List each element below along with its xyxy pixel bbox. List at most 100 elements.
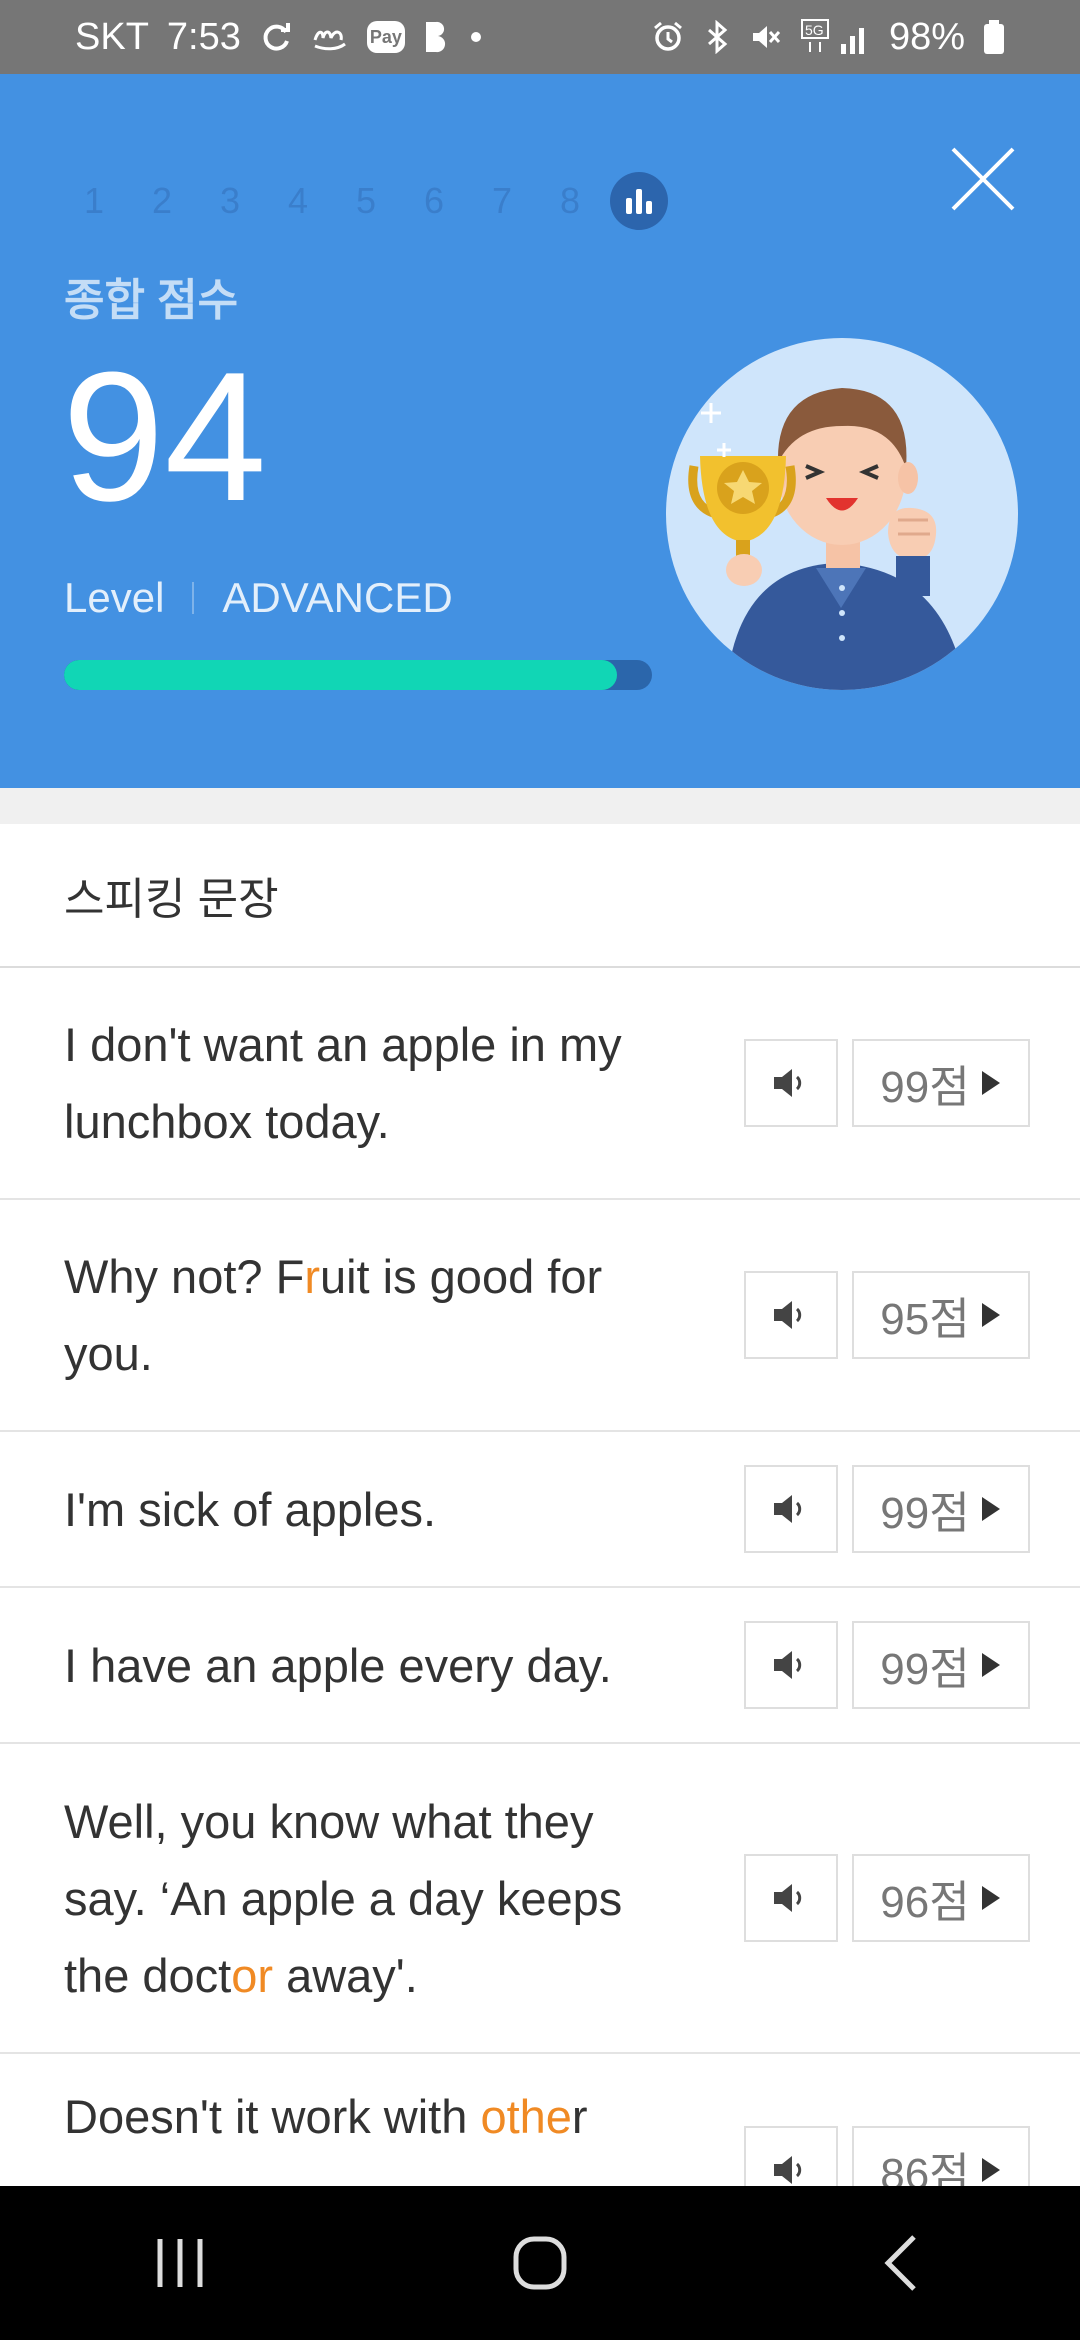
battery-icon	[983, 19, 1005, 55]
alarm-icon	[651, 20, 685, 54]
b-app-icon	[423, 20, 451, 54]
level-row: Level ADVANCED	[64, 574, 453, 622]
level-label: Level	[64, 574, 165, 621]
back-button[interactable]	[830, 2213, 970, 2313]
sentence-score-button[interactable]: 99점	[852, 1039, 1030, 1127]
bluetooth-icon	[703, 20, 731, 54]
speaking-sentences-title: 스피킹 문장	[0, 824, 1080, 968]
step-5[interactable]: 5	[332, 180, 400, 222]
5g-signal-icon: 5G	[800, 18, 871, 56]
step-8[interactable]: 8	[536, 180, 604, 222]
step-6[interactable]: 6	[400, 180, 468, 222]
play-audio-button[interactable]	[744, 1039, 838, 1127]
speaker-icon	[774, 1495, 802, 1523]
sentence-list: I don't want an apple in my lunchbox tod…	[0, 968, 1080, 2286]
section-divider	[0, 788, 1080, 824]
speaker-icon	[774, 1301, 802, 1329]
sync-icon	[259, 20, 293, 54]
sentence-highlight: r	[304, 1250, 320, 1303]
row-actions: 99점	[744, 1465, 1030, 1553]
sentence-score-button[interactable]: 96점	[852, 1854, 1030, 1942]
play-icon	[981, 2158, 1000, 2182]
row-actions: 96점	[744, 1854, 1030, 1942]
step-4[interactable]: 4	[264, 180, 332, 222]
recent-apps-icon	[157, 2239, 203, 2287]
step-7[interactable]: 7	[468, 180, 536, 222]
home-icon	[513, 2236, 567, 2290]
sentence-row: I'm sick of apples. 99점	[0, 1432, 1080, 1588]
svg-text:5G: 5G	[805, 22, 824, 38]
total-score-value: 94	[62, 333, 267, 539]
status-bar: SKT 7:53 Pay 5G 98%	[0, 0, 1080, 74]
row-actions: 99점	[744, 1621, 1030, 1709]
sentence-text: Well, you know what they say. ‘An apple …	[64, 1783, 684, 2014]
sentence-segment: I'm sick of apples.	[64, 1482, 437, 1536]
sentence-text: Doesn't it work with other	[64, 2078, 684, 2155]
result-header: 1 2 3 4 5 6 7 8 종합 점수 94 Level ADVANCED	[0, 74, 1080, 788]
speaker-icon	[774, 2156, 802, 2184]
sentence-segment: I don't want an apple in my lunchbox tod…	[64, 1018, 622, 1148]
sentence-row: I have an apple every day. 99점	[0, 1588, 1080, 1744]
trophy-character-illustration	[666, 338, 1018, 690]
play-audio-button[interactable]	[744, 1854, 838, 1942]
sentence-score: 99점	[880, 1063, 970, 1112]
play-icon	[981, 1886, 1000, 1910]
carrier-label: SKT	[75, 15, 149, 58]
play-icon	[981, 1071, 1000, 1095]
step-3[interactable]: 3	[196, 180, 264, 222]
play-icon	[981, 1497, 1000, 1521]
play-audio-button[interactable]	[744, 1465, 838, 1553]
sentence-score-button[interactable]: 99점	[852, 1465, 1030, 1553]
sentence-text: I have an apple every day.	[64, 1627, 684, 1704]
sentence-segment: Doesn't it work with	[64, 2090, 481, 2143]
sentence-segment: Why not? F	[64, 1250, 305, 1303]
notification-dot-icon	[469, 30, 483, 44]
sentence-row: Why not? Fruit is good for you. 95점	[0, 1200, 1080, 1432]
total-score-label: 종합 점수	[64, 276, 239, 325]
sentence-text: Why not? Fruit is good for you.	[64, 1238, 684, 1392]
close-button[interactable]	[948, 144, 1018, 214]
sentence-row: I don't want an apple in my lunchbox tod…	[0, 968, 1080, 1200]
sentence-score-button[interactable]: 95점	[852, 1271, 1030, 1359]
row-actions: 95점	[744, 1271, 1030, 1359]
mute-icon	[749, 20, 783, 54]
play-audio-button[interactable]	[744, 1271, 838, 1359]
system-navigation-bar	[0, 2186, 1080, 2340]
clock: 7:53	[166, 15, 241, 58]
step-indicator: 1 2 3 4 5 6 7 8	[60, 172, 668, 230]
bar-chart-icon[interactable]	[610, 172, 668, 230]
sentence-segment: away'.	[273, 1948, 418, 2002]
sentence-segment: I have an apple every day.	[64, 1638, 612, 1692]
battery-percent: 98%	[888, 15, 965, 58]
speaker-icon	[774, 1069, 802, 1097]
sentence-score: 99점	[880, 1645, 970, 1694]
sentence-highlight: othe	[480, 2090, 572, 2143]
level-progress-fill	[64, 660, 617, 690]
home-button[interactable]	[470, 2213, 610, 2313]
back-icon	[884, 2235, 916, 2291]
sentence-segment: r	[571, 2090, 588, 2143]
sentence-score: 95점	[880, 1295, 970, 1344]
play-audio-button[interactable]	[744, 1621, 838, 1709]
pay-icon: Pay	[366, 21, 405, 53]
sentence-row: Well, you know what they say. ‘An apple …	[0, 1744, 1080, 2054]
speaker-icon	[774, 1651, 802, 1679]
speaker-icon	[774, 1884, 802, 1912]
close-icon	[951, 147, 1015, 211]
play-icon	[981, 1653, 1000, 1677]
sentence-text: I'm sick of apples.	[64, 1471, 684, 1548]
sentence-score: 99점	[880, 1489, 970, 1538]
sentence-score: 96점	[880, 1878, 970, 1927]
me-app-icon	[311, 22, 349, 52]
level-progress-bar	[64, 660, 652, 690]
level-value: ADVANCED	[222, 574, 453, 621]
step-2[interactable]: 2	[128, 180, 196, 222]
step-1[interactable]: 1	[60, 180, 128, 222]
play-icon	[981, 1303, 1000, 1327]
recent-apps-button[interactable]	[110, 2213, 250, 2313]
row-actions: 99점	[744, 1039, 1030, 1127]
sentence-score-button[interactable]: 99점	[852, 1621, 1030, 1709]
level-divider	[192, 582, 195, 614]
sentence-text: I don't want an apple in my lunchbox tod…	[64, 1006, 684, 1160]
sentence-highlight: or	[231, 1948, 274, 2002]
